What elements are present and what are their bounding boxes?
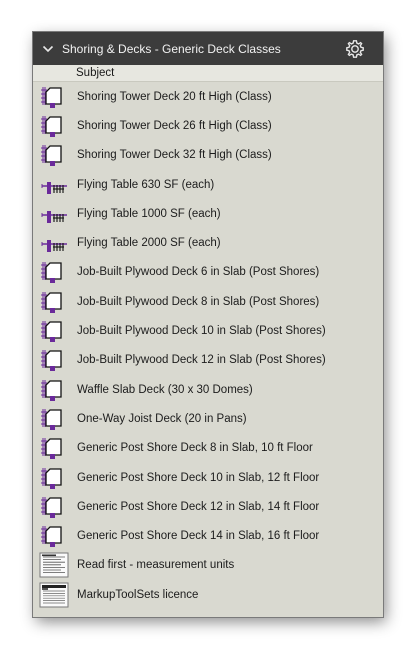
list-item-label: Shoring Tower Deck 26 ft High (Class) bbox=[77, 119, 272, 132]
list-item[interactable]: One-Way Joist Deck (20 in Pans) bbox=[33, 404, 383, 433]
list-item-label: MarkupToolSets licence bbox=[77, 588, 199, 601]
list-item-label: Flying Table 1000 SF (each) bbox=[77, 207, 221, 220]
list-item[interactable]: Shoring Tower Deck 32 ft High (Class) bbox=[33, 141, 383, 170]
deck-tower-icon bbox=[39, 494, 69, 520]
list-item-label: Waffle Slab Deck (30 x 30 Domes) bbox=[77, 383, 253, 396]
list-item[interactable]: Shoring Tower Deck 20 ft High (Class) bbox=[33, 82, 383, 111]
list-item-label: Flying Table 630 SF (each) bbox=[77, 178, 215, 191]
tool-list: Shoring Tower Deck 20 ft High (Class) Sho… bbox=[33, 82, 383, 609]
list-item-label: Generic Post Shore Deck 12 in Slab, 14 f… bbox=[77, 500, 320, 513]
deck-tower-icon bbox=[39, 377, 69, 403]
deck-tower-icon bbox=[39, 289, 69, 315]
deck-tower-icon bbox=[39, 435, 69, 461]
document-thumbnail-icon bbox=[39, 552, 69, 578]
list-item[interactable]: Read first - measurement units bbox=[33, 551, 383, 580]
flying-table-icon bbox=[39, 230, 69, 256]
panel-titlebar[interactable]: Shoring & Decks - Generic Deck Classes bbox=[33, 32, 383, 65]
column-header-label: Subject bbox=[76, 67, 115, 79]
list-item[interactable]: Flying Table 1000 SF (each) bbox=[33, 199, 383, 228]
deck-tower-icon bbox=[39, 347, 69, 373]
list-item-label: Shoring Tower Deck 32 ft High (Class) bbox=[77, 149, 272, 162]
list-item-label: One-Way Joist Deck (20 in Pans) bbox=[77, 412, 247, 425]
list-item[interactable]: Generic Post Shore Deck 14 in Slab, 16 f… bbox=[33, 521, 383, 550]
list-item[interactable]: Job-Built Plywood Deck 8 in Slab (Post S… bbox=[33, 287, 383, 316]
list-item[interactable]: Generic Post Shore Deck 10 in Slab, 12 f… bbox=[33, 463, 383, 492]
list-item[interactable]: MarkupToolSets licence bbox=[33, 580, 383, 609]
deck-tower-icon bbox=[39, 523, 69, 549]
list-item-label: Flying Table 2000 SF (each) bbox=[77, 237, 221, 250]
chevron-down-icon[interactable] bbox=[42, 45, 56, 53]
column-header-subject[interactable]: Subject bbox=[33, 65, 383, 82]
deck-tower-icon bbox=[39, 406, 69, 432]
deck-tower-icon bbox=[39, 84, 69, 110]
list-item[interactable]: Job-Built Plywood Deck 10 in Slab (Post … bbox=[33, 316, 383, 345]
deck-tower-icon bbox=[39, 142, 69, 168]
list-item[interactable]: Job-Built Plywood Deck 12 in Slab (Post … bbox=[33, 346, 383, 375]
list-item[interactable]: Waffle Slab Deck (30 x 30 Domes) bbox=[33, 375, 383, 404]
deck-tower-icon bbox=[39, 318, 69, 344]
list-item-label: Job-Built Plywood Deck 8 in Slab (Post S… bbox=[77, 295, 320, 308]
list-item[interactable]: Flying Table 2000 SF (each) bbox=[33, 228, 383, 257]
list-item-label: Job-Built Plywood Deck 12 in Slab (Post … bbox=[77, 354, 326, 367]
flying-table-icon bbox=[39, 201, 69, 227]
list-item-label: Generic Post Shore Deck 8 in Slab, 10 ft… bbox=[77, 442, 313, 455]
panel-title: Shoring & Decks - Generic Deck Classes bbox=[62, 41, 281, 56]
list-item[interactable]: Job-Built Plywood Deck 6 in Slab (Post S… bbox=[33, 258, 383, 287]
list-item[interactable]: Generic Post Shore Deck 12 in Slab, 14 f… bbox=[33, 492, 383, 521]
list-item-label: Job-Built Plywood Deck 6 in Slab (Post S… bbox=[77, 266, 320, 279]
deck-tower-icon bbox=[39, 259, 69, 285]
list-item-label: Shoring Tower Deck 20 ft High (Class) bbox=[77, 90, 272, 103]
gear-icon[interactable] bbox=[345, 39, 365, 59]
flying-table-icon bbox=[39, 172, 69, 198]
list-item[interactable]: Shoring Tower Deck 26 ft High (Class) bbox=[33, 111, 383, 140]
license-thumbnail-icon bbox=[39, 582, 69, 608]
deck-tower-icon bbox=[39, 113, 69, 139]
list-item-label: Generic Post Shore Deck 14 in Slab, 16 f… bbox=[77, 530, 320, 543]
list-item[interactable]: Flying Table 630 SF (each) bbox=[33, 170, 383, 199]
list-item-label: Generic Post Shore Deck 10 in Slab, 12 f… bbox=[77, 471, 320, 484]
list-item-label: Read first - measurement units bbox=[77, 559, 235, 572]
list-item[interactable]: Generic Post Shore Deck 8 in Slab, 10 ft… bbox=[33, 434, 383, 463]
list-item-label: Job-Built Plywood Deck 10 in Slab (Post … bbox=[77, 325, 326, 338]
tool-set-panel: Shoring & Decks - Generic Deck Classes S… bbox=[33, 32, 383, 617]
deck-tower-icon bbox=[39, 465, 69, 491]
